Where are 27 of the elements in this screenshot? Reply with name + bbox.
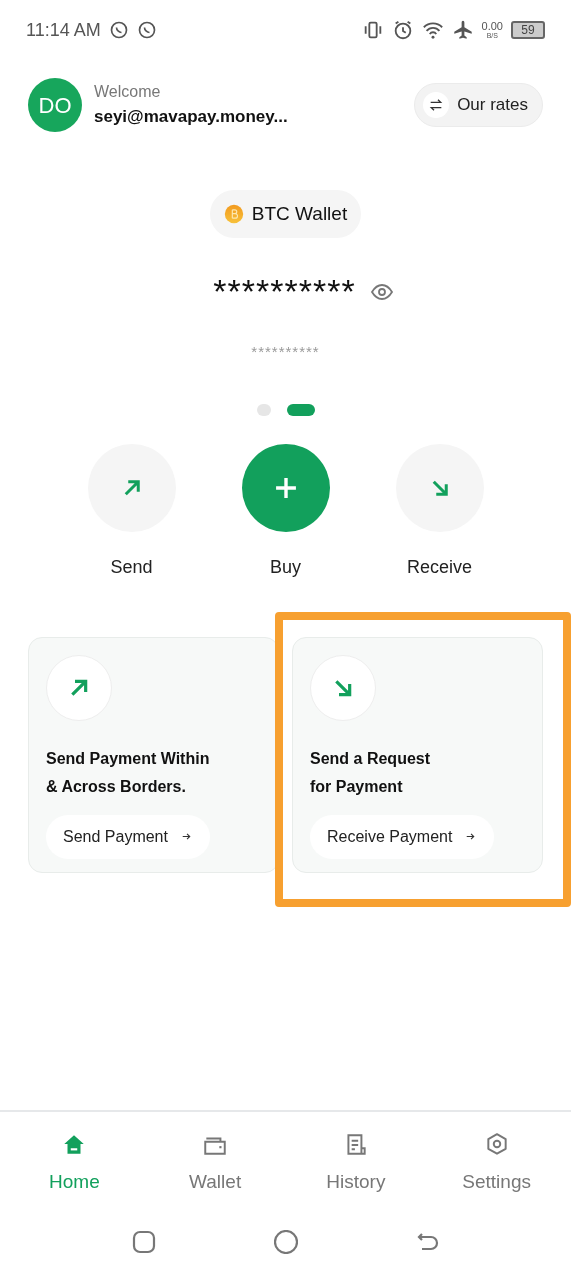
nav-tab[interactable]: History [295,1131,416,1196]
battery-indicator: 59 [511,21,545,39]
chat-icon [136,20,157,40]
card-action-button[interactable]: Send Payment [46,814,210,859]
arrow-right-icon [464,830,478,843]
nav-tab[interactable]: Settings [436,1131,557,1196]
hidden-secondary-balance: ********** [251,342,320,362]
chat-icon [108,20,129,40]
clock-time: 11:14 AM [26,18,101,42]
user-email: seyi@mavapay.money... [94,106,288,129]
action-label: Send [110,555,153,579]
action-label: Receive [407,555,472,579]
network-speed: 0.00 [481,21,503,32]
hidden-balance: ********** [213,271,356,312]
wallet-selector[interactable]: BTC Wallet [209,190,362,238]
welcome-label: Welcome [94,82,162,103]
avatar: DO [28,78,82,132]
card-title: Send Payment Within & Across Borders. [46,748,211,797]
card-title: Send a Request for Payment [310,748,432,797]
card-action-button[interactable]: Receive Payment [310,814,495,859]
airplane-icon [451,19,474,41]
nav-tab[interactable]: Wallet [155,1131,276,1196]
swap-icon [423,92,450,118]
bitcoin-icon [223,204,244,224]
recents-icon[interactable] [131,1230,156,1254]
our-rates-button[interactable]: Our rates [414,83,543,127]
action-label: Buy [270,555,301,579]
